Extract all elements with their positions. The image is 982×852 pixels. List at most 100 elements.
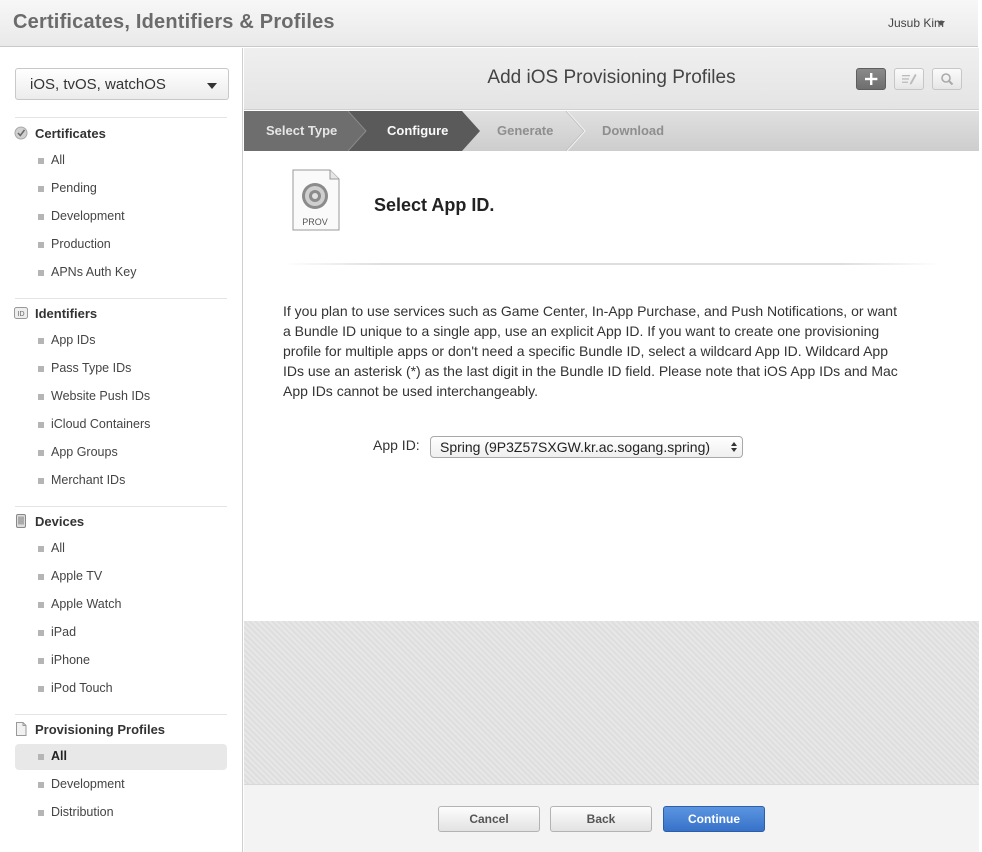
sidebar-item-label: Merchant IDs xyxy=(51,473,126,487)
sidebar-item-merchant-ids[interactable]: Merchant IDs xyxy=(15,468,227,494)
bullet xyxy=(38,478,44,484)
sidebar-item-development[interactable]: Development xyxy=(15,204,227,230)
sidebar-item-label: Apple Watch xyxy=(51,597,122,611)
cancel-button[interactable]: Cancel xyxy=(438,806,540,832)
user-menu[interactable]: Jusub Kim xyxy=(888,16,944,30)
sidebar-item-pass-type-ids[interactable]: Pass Type IDs xyxy=(15,356,227,382)
step-configure: Configure xyxy=(387,123,449,138)
bullet xyxy=(38,242,44,248)
sidebar-item-certificates-all[interactable]: All xyxy=(15,148,227,174)
section-heading: Select App ID. xyxy=(374,195,495,215)
bullet xyxy=(38,450,44,456)
sidebar-item-label: Pass Type IDs xyxy=(51,361,132,375)
bullet xyxy=(38,754,44,760)
app-id-label: App ID: xyxy=(373,437,420,453)
bullet xyxy=(38,658,44,664)
divider xyxy=(284,263,940,265)
add-button[interactable] xyxy=(856,68,886,90)
sidebar-item-label: iPhone xyxy=(51,653,90,667)
platform-dropdown[interactable]: iOS, tvOS, watchOS xyxy=(15,68,229,100)
section-title: Identifiers xyxy=(35,306,98,321)
id-badge-icon: ID xyxy=(14,307,28,319)
sidebar-item-icloud-containers[interactable]: iCloud Containers xyxy=(15,412,227,438)
sidebar-item-ipad[interactable]: iPad xyxy=(15,620,227,646)
platform-label: iOS, tvOS, watchOS xyxy=(30,76,166,93)
bullet xyxy=(38,630,44,636)
sidebar-item-label: iPod Touch xyxy=(51,681,113,695)
bullet xyxy=(38,602,44,608)
sidebar-item-label: APNs Auth Key xyxy=(51,265,137,279)
content-area: PROV Select App ID. If you plan to use s… xyxy=(244,151,979,621)
sidebar-item-label: Apple TV xyxy=(51,569,103,583)
sidebar-item-label: App IDs xyxy=(51,333,96,347)
section-title: Certificates xyxy=(35,126,106,141)
edit-icon xyxy=(902,74,917,85)
bullet xyxy=(38,338,44,344)
sidebar-item-label: All xyxy=(51,153,65,167)
sidebar-item-profiles-development[interactable]: Development xyxy=(15,772,227,798)
bullet xyxy=(38,810,44,816)
sidebar-item-apple-watch[interactable]: Apple Watch xyxy=(15,592,227,618)
button-bar: Cancel Back Continue xyxy=(244,784,979,852)
section-title: Provisioning Profiles xyxy=(35,722,166,737)
sidebar-item-label: iCloud Containers xyxy=(51,417,151,431)
sidebar-item-label: Pending xyxy=(51,181,97,195)
sidebar: iOS, tvOS, watchOS Certificates All Pend… xyxy=(0,48,243,852)
file-badge: PROV xyxy=(302,217,328,227)
step-select-type: Select Type xyxy=(266,123,338,138)
bullet xyxy=(38,270,44,276)
chevron-down-icon[interactable] xyxy=(937,21,945,26)
sidebar-item-devices-all[interactable]: All xyxy=(15,536,227,562)
sidebar-item-apns-auth-key[interactable]: APNs Auth Key xyxy=(15,260,227,286)
bullet xyxy=(38,422,44,428)
sidebar-item-pending[interactable]: Pending xyxy=(15,176,227,202)
main-header: Add iOS Provisioning Profiles xyxy=(244,48,979,110)
document-icon xyxy=(16,722,27,736)
certificate-icon xyxy=(14,126,28,140)
search-icon xyxy=(941,73,954,86)
continue-button[interactable]: Continue xyxy=(663,806,765,832)
bullet xyxy=(38,366,44,372)
sidebar-item-app-ids[interactable]: App IDs xyxy=(15,328,227,354)
device-icon xyxy=(16,514,26,528)
add-icon xyxy=(865,73,878,85)
select-arrows-icon xyxy=(731,442,737,452)
sidebar-item-label: All xyxy=(51,749,67,763)
bullet xyxy=(38,546,44,552)
sidebar-item-production[interactable]: Production xyxy=(15,232,227,258)
sidebar-item-iphone[interactable]: iPhone xyxy=(15,648,227,674)
bullet xyxy=(38,394,44,400)
sidebar-item-label: Production xyxy=(51,237,111,251)
sidebar-item-profiles-distribution[interactable]: Distribution xyxy=(15,800,227,826)
provisioning-profile-icon: PROV xyxy=(292,169,340,231)
bullet xyxy=(38,574,44,580)
chevron-down-icon xyxy=(207,83,217,89)
bullet xyxy=(38,186,44,192)
edit-button[interactable] xyxy=(894,68,924,90)
divider xyxy=(15,506,227,507)
back-button[interactable]: Back xyxy=(550,806,652,832)
sidebar-item-ipod-touch[interactable]: iPod Touch xyxy=(15,676,227,702)
top-bar: Certificates, Identifiers & Profiles Jus… xyxy=(0,0,978,47)
background-pattern xyxy=(244,621,979,784)
bullet xyxy=(38,214,44,220)
sidebar-item-apple-tv[interactable]: Apple TV xyxy=(15,564,227,590)
sidebar-item-website-push-ids[interactable]: Website Push IDs xyxy=(15,384,227,410)
main-panel: Add iOS Provisioning Profiles Select Typ… xyxy=(244,48,979,852)
app-id-value: Spring (9P3Z57SXGW.kr.ac.sogang.spring) xyxy=(440,439,711,455)
sidebar-item-label: Development xyxy=(51,209,125,223)
sidebar-item-profiles-all[interactable]: All xyxy=(15,744,227,770)
sidebar-item-app-groups[interactable]: App Groups xyxy=(15,440,227,466)
app-id-select[interactable]: Spring (9P3Z57SXGW.kr.ac.sogang.spring) xyxy=(430,436,743,458)
bullet xyxy=(38,686,44,692)
description-text: If you plan to use services such as Game… xyxy=(283,303,898,399)
sidebar-item-label: Website Push IDs xyxy=(51,389,151,403)
app-title: Certificates, Identifiers & Profiles xyxy=(13,11,335,33)
progress-steps: Select Type Configure Generate Download xyxy=(244,111,979,151)
divider xyxy=(15,117,227,118)
svg-text:ID: ID xyxy=(18,311,25,318)
search-button[interactable] xyxy=(932,68,962,90)
divider xyxy=(15,298,227,299)
sidebar-item-label: Distribution xyxy=(51,805,114,819)
divider xyxy=(15,714,227,715)
